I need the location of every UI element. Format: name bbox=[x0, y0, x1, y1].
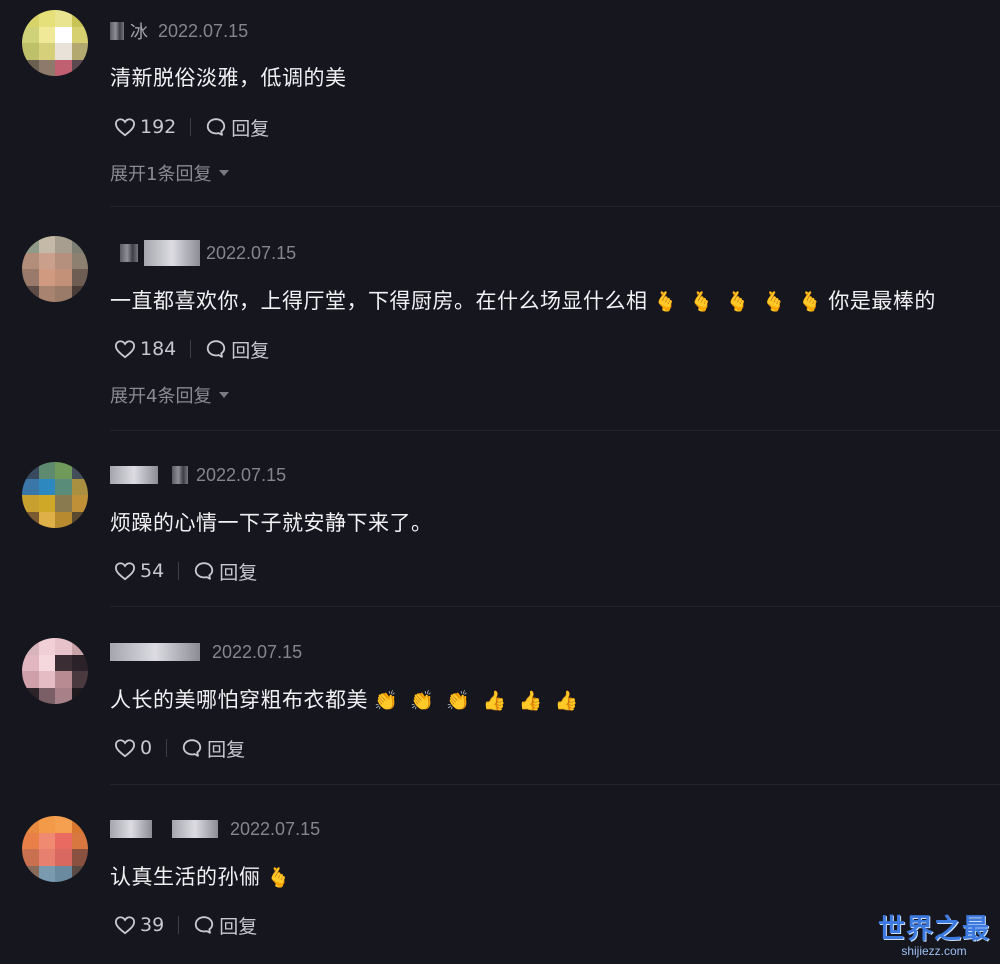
thumbs-up-emoji: 👍 bbox=[482, 690, 507, 712]
comment-text: 人长的美哪怕穿粗布衣都美 👏 👏 👏 👍 👍 👍 bbox=[110, 684, 585, 714]
reply-button[interactable]: 回复 bbox=[205, 114, 269, 141]
speech-bubble-icon bbox=[207, 340, 226, 358]
watermark-url: shijiezz.com bbox=[901, 944, 967, 958]
caret-down-icon bbox=[219, 392, 230, 398]
like-button[interactable]: 54 bbox=[114, 560, 164, 582]
username-blurred[interactable] bbox=[110, 643, 200, 661]
heart-outline-icon bbox=[114, 739, 136, 758]
comment-text-main: 认真生活的孙俪 bbox=[110, 865, 261, 889]
speech-bubble-icon bbox=[207, 118, 226, 136]
heart-outline-icon bbox=[114, 340, 136, 359]
speech-bubble-icon bbox=[195, 916, 214, 934]
comment-meta: 2022.07.15 bbox=[110, 240, 297, 266]
comment-meta: 冰 2022.07.15 bbox=[110, 19, 248, 43]
like-count: 192 bbox=[140, 116, 177, 138]
reply-label: 回复 bbox=[207, 738, 246, 761]
divider bbox=[178, 916, 180, 934]
comment-text: 清新脱俗淡雅，低调的美 bbox=[110, 66, 347, 90]
username-blurred[interactable] bbox=[110, 820, 152, 838]
comment-actions: 192 回复 bbox=[114, 113, 269, 141]
comment-actions: 184 回复 bbox=[114, 335, 269, 363]
username-blurred[interactable] bbox=[144, 240, 200, 266]
comment-date: 2022.07.15 bbox=[158, 20, 249, 41]
comment-text: 一直都喜欢你，上得厅堂，下得厨房。在什么场显什么相 🫰 🫰 🫰 🫰 🫰 你是最棒的 bbox=[110, 285, 936, 315]
like-count: 184 bbox=[140, 338, 177, 360]
comment-text-tail: 你是最棒的 bbox=[828, 289, 936, 313]
reply-label: 回复 bbox=[219, 561, 258, 584]
username-blurred[interactable] bbox=[110, 22, 124, 40]
expand-replies-label: 展开1条回复 bbox=[110, 164, 212, 185]
reply-label: 回复 bbox=[231, 117, 270, 140]
caret-down-icon bbox=[219, 170, 230, 176]
username-blurred[interactable] bbox=[172, 466, 188, 484]
comment-meta: 2022.07.15 bbox=[110, 463, 286, 487]
speech-bubble-icon bbox=[195, 562, 214, 580]
comment-actions: 39 回复 bbox=[114, 911, 257, 939]
finger-heart-emoji: 🫰 bbox=[762, 291, 787, 313]
divider bbox=[166, 739, 168, 757]
comment-divider bbox=[110, 606, 1000, 607]
username-blurred[interactable] bbox=[110, 466, 158, 484]
like-button[interactable]: 192 bbox=[114, 116, 176, 138]
reply-label: 回复 bbox=[219, 915, 258, 938]
like-button[interactable]: 39 bbox=[114, 914, 164, 936]
comment-date: 2022.07.15 bbox=[196, 464, 287, 485]
comment-actions: 54 回复 bbox=[114, 557, 257, 585]
like-button[interactable]: 184 bbox=[114, 338, 176, 360]
reply-button[interactable]: 回复 bbox=[193, 558, 257, 585]
avatar[interactable] bbox=[22, 10, 88, 76]
reply-button[interactable]: 回复 bbox=[193, 912, 257, 939]
like-button[interactable]: 0 bbox=[114, 737, 152, 759]
comment-divider bbox=[110, 430, 1000, 431]
thumbs-up-emoji: 👍 bbox=[518, 690, 543, 712]
comment-date: 2022.07.15 bbox=[230, 818, 321, 839]
avatar[interactable] bbox=[22, 638, 88, 704]
avatar[interactable] bbox=[22, 462, 88, 528]
comment-meta: 2022.07.15 bbox=[110, 817, 320, 841]
divider bbox=[190, 118, 192, 136]
thumbs-up-emoji: 👍 bbox=[554, 690, 580, 712]
reply-label: 回复 bbox=[231, 339, 270, 362]
username-blurred[interactable] bbox=[172, 820, 218, 838]
heart-outline-icon bbox=[114, 916, 136, 935]
like-count: 0 bbox=[140, 737, 153, 759]
reply-button[interactable]: 回复 bbox=[205, 336, 269, 363]
comment-divider bbox=[110, 206, 1000, 207]
comment-text: 认真生活的孙俪 🫰 bbox=[110, 861, 297, 891]
watermark-title: 世界之最 bbox=[878, 914, 990, 945]
expand-replies-label: 展开4条回复 bbox=[110, 386, 212, 407]
clapping-hands-emoji: 👏 bbox=[410, 690, 435, 712]
heart-outline-icon bbox=[114, 562, 136, 581]
expand-replies-button[interactable]: 展开4条回复 bbox=[110, 382, 230, 408]
username[interactable]: 冰 bbox=[130, 18, 148, 44]
comment-divider bbox=[110, 784, 1000, 785]
username-blurred[interactable] bbox=[120, 244, 138, 262]
finger-heart-emoji: 🫰 bbox=[798, 291, 823, 313]
like-count: 39 bbox=[140, 914, 165, 936]
finger-heart-emoji: 🫰 bbox=[725, 291, 751, 313]
avatar[interactable] bbox=[22, 816, 88, 882]
reply-button[interactable]: 回复 bbox=[181, 735, 245, 762]
comment-date: 2022.07.15 bbox=[206, 242, 297, 263]
clapping-hands-emoji: 👏 bbox=[446, 690, 471, 712]
finger-heart-emoji: 🫰 bbox=[266, 867, 291, 889]
speech-bubble-icon bbox=[182, 739, 202, 757]
finger-heart-emoji: 🫰 bbox=[653, 291, 678, 313]
divider bbox=[178, 562, 180, 580]
site-watermark: 世界之最 shijiezz.com bbox=[878, 907, 990, 958]
comment-text-main: 一直都喜欢你，上得厅堂，下得厨房。在什么场显什么相 bbox=[110, 289, 648, 313]
clapping-hands-emoji: 👏 bbox=[374, 690, 399, 712]
comment-date: 2022.07.15 bbox=[212, 641, 303, 662]
avatar[interactable] bbox=[22, 236, 88, 302]
expand-replies-button[interactable]: 展开1条回复 bbox=[110, 160, 230, 186]
like-count: 54 bbox=[140, 560, 165, 582]
comment-meta: 2022.07.15 bbox=[110, 640, 302, 664]
comment-actions: 0 回复 bbox=[114, 734, 245, 762]
divider bbox=[190, 340, 192, 358]
comment-text-main: 人长的美哪怕穿粗布衣都美 bbox=[110, 688, 368, 712]
heart-outline-icon bbox=[114, 118, 136, 137]
comment-text: 烦躁的心情一下子就安静下来了。 bbox=[110, 511, 433, 535]
finger-heart-emoji: 🫰 bbox=[689, 291, 714, 313]
